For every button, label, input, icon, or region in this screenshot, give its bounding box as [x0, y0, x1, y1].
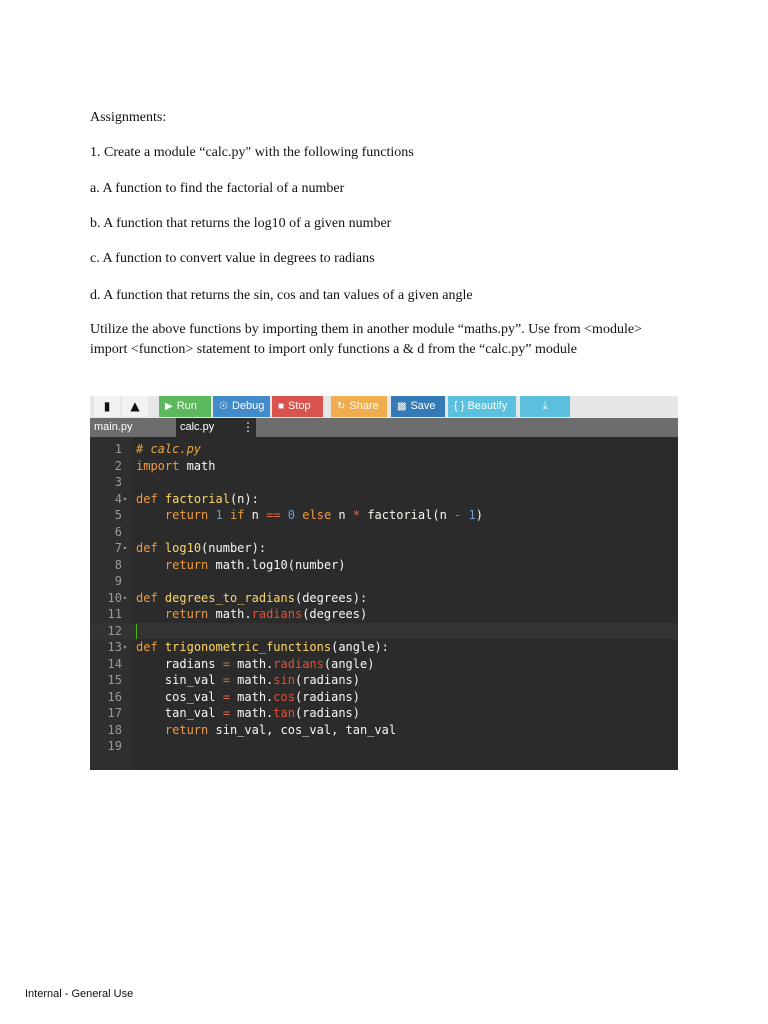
code-line[interactable]: 10 ▸ def degrees_to_radians(degrees): — [90, 590, 678, 607]
upload-icon[interactable]: ▲ — [122, 396, 148, 417]
fold-arrow-icon[interactable]: ▸ — [123, 491, 131, 508]
line-number: 15 — [107, 673, 122, 687]
code-line[interactable]: 18 return sin_val, cos_val, tan_val — [90, 722, 678, 739]
task-item-a: a. A function to find the factorial of a… — [90, 181, 345, 196]
share-button[interactable]: ↻ Share — [331, 396, 387, 417]
code-line[interactable]: 7 ▸ def log10(number): — [90, 540, 678, 557]
instructions-paragraph: Utilize the above functions by importing… — [90, 322, 642, 357]
line-number: 1 — [114, 442, 122, 456]
line-number: 4 — [114, 491, 122, 506]
code-text: sin_val = math.sin(radians) — [136, 673, 361, 687]
code-line[interactable]: 5 return 1 if n == 0 else n * factorial(… — [90, 507, 678, 524]
code-text: # calc.py — [136, 442, 202, 456]
code-line[interactable]: 9 — [90, 573, 678, 590]
download-icon: ⤓ — [542, 400, 548, 412]
line-number: 3 — [114, 475, 122, 489]
task-item-d: d. A function that returns the sin, cos … — [90, 288, 473, 303]
code-area[interactable]: 1 # calc.py 2 import math 3 4 ▸ def factorial(n… — [90, 441, 678, 755]
line-number: 9 — [114, 574, 122, 588]
code-line[interactable]: 11 return math.radians(degrees) — [90, 606, 678, 623]
code-line[interactable]: 15 sin_val = math.sin(radians) — [90, 672, 678, 689]
code-line[interactable]: 6 — [90, 524, 678, 541]
code-text: def log10(number): — [136, 541, 267, 555]
code-text: import math — [136, 458, 216, 473]
editor-toolbar: ▮ ▲ ▶ Run ☉ Debug ■ Stop ↻ Share ▩ Save { } B… — [90, 396, 678, 418]
code-text: def degrees_to_radians(degrees): — [136, 590, 368, 605]
run-button[interactable]: ▶ Run — [159, 396, 211, 417]
line-number: 10 — [107, 590, 122, 605]
file-tabs: main.py calc.py ⋮ — [90, 418, 678, 437]
code-text: radians = math.radians(angle) — [136, 656, 375, 671]
debug-icon: ☉ — [219, 401, 228, 412]
line-number: 18 — [107, 722, 122, 737]
task-item-b: b. A function that returns the log10 of … — [90, 216, 392, 231]
line-number: 16 — [107, 689, 122, 704]
code-line[interactable]: 19 — [90, 738, 678, 755]
code-line[interactable]: 3 — [90, 474, 678, 491]
play-icon: ▶ — [165, 401, 173, 412]
line-number: 17 — [107, 706, 122, 720]
tab-main-py[interactable]: main.py — [90, 418, 174, 437]
code-line[interactable]: 2 import math — [90, 458, 678, 475]
code-text: tan_val = math.tan(radians) — [136, 706, 361, 720]
line-number: 6 — [114, 524, 122, 539]
code-line[interactable]: 1 # calc.py — [90, 441, 678, 458]
code-text: return 1 if n == 0 else n * factorial(n … — [164, 508, 483, 522]
debug-button[interactable]: ☉ Debug — [213, 396, 270, 417]
code-line[interactable]: 16 cos_val = math.cos(radians) — [90, 689, 678, 706]
new-file-icon[interactable]: ▮ — [94, 396, 120, 417]
fold-arrow-icon[interactable]: ▸ — [123, 590, 131, 607]
line-number: 2 — [114, 458, 122, 473]
line-number: 7 — [114, 541, 122, 555]
code-editor: ▮ ▲ ▶ Run ☉ Debug ■ Stop ↻ Share ▩ Save { } B… — [90, 396, 678, 770]
code-line[interactable]: 14 radians = math.radians(angle) — [90, 656, 678, 673]
code-text: return math.log10(number) — [164, 557, 346, 572]
task-item-1: 1. Create a module “calc.py" with the fo… — [90, 145, 414, 160]
stop-icon: ■ — [278, 401, 285, 412]
tab-menu-icon[interactable]: ⋮ — [238, 418, 258, 437]
code-line[interactable]: 13 ▸ def trigonometric_functions(angle): — [90, 639, 678, 656]
line-number: 12 — [107, 623, 122, 638]
line-number: 5 — [114, 508, 122, 522]
code-text: def factorial(n): — [136, 491, 259, 506]
classification-footer: Internal - General Use — [25, 988, 134, 1000]
beautify-button[interactable]: { } Beautify — [448, 396, 516, 417]
text-cursor — [136, 623, 137, 639]
save-button[interactable]: ▩ Save — [391, 396, 445, 417]
line-number: 14 — [107, 656, 122, 671]
code-text: return math.radians(degrees) — [164, 607, 368, 621]
code-text: return sin_val, cos_val, tan_val — [164, 722, 397, 737]
code-line[interactable]: 8 return math.log10(number) — [90, 557, 678, 574]
stop-button[interactable]: ■ Stop — [272, 396, 323, 417]
code-text: cos_val = math.cos(radians) — [136, 689, 361, 704]
task-item-c: c. A function to convert value in degree… — [90, 251, 375, 266]
code-text: def trigonometric_functions(angle): — [136, 640, 389, 654]
assignments-heading: Assignments: — [90, 110, 167, 125]
fold-arrow-icon[interactable]: ▸ — [123, 639, 131, 656]
floppy-icon: ▩ — [397, 401, 407, 412]
line-number: 19 — [107, 739, 122, 753]
line-number: 11 — [107, 607, 122, 621]
line-number: 8 — [114, 557, 122, 572]
code-line[interactable]: 12 — [90, 622, 678, 639]
line-number: 13 — [107, 640, 122, 654]
code-line[interactable]: 4 ▸ def factorial(n): — [90, 491, 678, 508]
download-button[interactable]: ⤓ — [520, 396, 570, 417]
share-icon: ↻ — [337, 401, 346, 412]
fold-arrow-icon[interactable]: ▸ — [123, 540, 131, 557]
code-line[interactable]: 17 tan_val = math.tan(radians) — [90, 705, 678, 722]
